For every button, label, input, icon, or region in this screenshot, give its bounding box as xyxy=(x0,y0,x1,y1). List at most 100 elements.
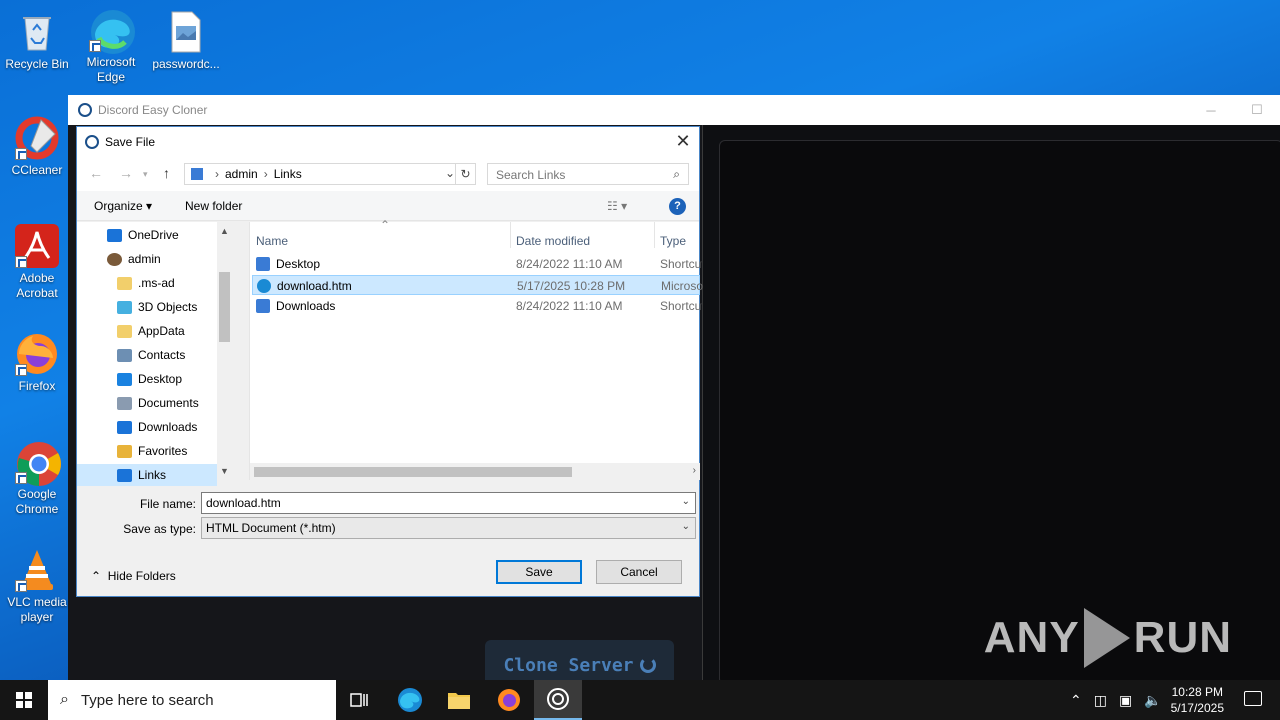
scroll-up-icon[interactable]: ▲ xyxy=(220,226,229,236)
tree-item-documents[interactable]: Documents xyxy=(77,392,217,414)
desktop-icon-edge[interactable]: Microsoft Edge xyxy=(75,8,147,85)
download-icon xyxy=(117,420,132,434)
tree-item-desktop[interactable]: Desktop xyxy=(77,368,217,390)
chrome-icon xyxy=(15,440,61,486)
volume-icon[interactable]: 🔈 xyxy=(1144,692,1161,709)
file-type: Shortcut xyxy=(660,299,702,313)
hide-folders-label: Hide Folders xyxy=(107,569,176,583)
tree-item-ms-ad[interactable]: .ms-ad xyxy=(77,272,217,294)
clock-time: 10:28 PM xyxy=(1171,685,1223,699)
desktop-icon-label: Firefox xyxy=(18,379,56,393)
meet-now-icon[interactable]: ◫ xyxy=(1094,692,1107,709)
tree-item-label: admin xyxy=(128,252,161,266)
tree-item-label: Desktop xyxy=(138,372,183,386)
network-icon[interactable]: ▣ xyxy=(1119,692,1132,709)
view-options-icon[interactable]: ☷ ▾ xyxy=(607,199,627,213)
chevron-down-icon[interactable]: ⌄ xyxy=(682,521,690,532)
tree-item-contacts[interactable]: Contacts xyxy=(77,344,217,366)
anyrun-watermark: ANY RUN xyxy=(984,608,1232,668)
forward-arrow-icon[interactable]: → xyxy=(119,165,133,181)
desktop-icon-adobe-acrobat[interactable]: Adobe Acrobat xyxy=(1,224,73,301)
column-header-type[interactable]: Type xyxy=(660,234,686,248)
organize-button[interactable]: Organize ▾ xyxy=(94,199,152,213)
column-header-date[interactable]: Date modified xyxy=(516,234,590,248)
desktop-icon-firefox[interactable]: Firefox xyxy=(1,332,73,394)
breadcrumb-links[interactable]: Links xyxy=(274,167,302,181)
recent-locations-icon[interactable]: ▾ xyxy=(143,169,148,180)
tree-item-admin[interactable]: admin xyxy=(77,248,217,270)
hide-folders-button[interactable]: ⌃ Hide Folders xyxy=(91,569,176,583)
taskbar-file-explorer-icon[interactable] xyxy=(435,680,483,720)
link-icon xyxy=(117,468,132,482)
tree-item-links[interactable]: Links xyxy=(77,464,217,486)
file-name: Downloads xyxy=(276,299,336,313)
desktop-icon-chrome[interactable]: Google Chrome xyxy=(1,440,73,517)
tree-item-label: Documents xyxy=(138,396,199,410)
scroll-right-icon[interactable]: › xyxy=(693,465,696,476)
scroll-thumb[interactable] xyxy=(254,467,572,477)
file-row[interactable]: download.htm 5/17/2025 10:28 PM Microsoft xyxy=(252,275,703,295)
task-view-icon[interactable] xyxy=(336,680,384,720)
column-divider[interactable] xyxy=(654,222,655,248)
up-arrow-icon[interactable]: ↑ xyxy=(163,165,170,181)
column-header-name[interactable]: Name xyxy=(256,234,288,248)
tree-item-label: Favorites xyxy=(138,444,188,458)
shortcut-icon xyxy=(256,299,270,313)
app-title: Discord Easy Cloner xyxy=(98,103,208,117)
acrobat-icon xyxy=(15,224,59,268)
chevron-up-icon[interactable]: ⌃ xyxy=(1070,692,1082,709)
cube-icon xyxy=(117,300,132,314)
file-name-field[interactable]: download.htm ⌄ xyxy=(201,492,696,514)
tree-item-label: Contacts xyxy=(138,348,186,362)
file-date: 8/24/2022 11:10 AM xyxy=(516,257,623,271)
file-list-hscrollbar[interactable]: › xyxy=(250,463,700,480)
file-row[interactable]: Downloads 8/24/2022 11:10 AM Shortcut xyxy=(252,296,702,316)
desktop-icon-recycle-bin[interactable]: Recycle Bin xyxy=(1,10,73,72)
scroll-down-icon[interactable]: ▼ xyxy=(220,466,229,476)
address-bar[interactable]: › admin › Links ⌄ ↻ xyxy=(184,163,476,185)
search-icon: ⌕ xyxy=(60,691,69,708)
maximize-icon[interactable]: ☐ xyxy=(1234,95,1280,125)
user-icon xyxy=(107,252,122,266)
taskbar-firefox-icon[interactable] xyxy=(485,680,533,720)
tree-scrollbar[interactable]: ▲ ▼ xyxy=(217,222,232,480)
cancel-button[interactable]: Cancel xyxy=(596,560,682,584)
back-arrow-icon[interactable]: ← xyxy=(89,165,103,181)
taskbar-clock[interactable]: 10:28 PM 5/17/2025 xyxy=(1171,684,1224,716)
refresh-icon[interactable]: ↻ xyxy=(455,164,475,184)
file-row[interactable]: Desktop 8/24/2022 11:10 AM Shortcut xyxy=(252,254,702,274)
windows-logo-icon xyxy=(16,692,32,708)
tree-item-favorites[interactable]: Favorites xyxy=(77,440,217,462)
desktop-icon-passwordc[interactable]: passwordc... xyxy=(150,10,222,72)
dialog-titlebar: Save File xyxy=(77,127,699,157)
desktop-icon-label: Google Chrome xyxy=(15,487,59,516)
tree-item-downloads[interactable]: Downloads xyxy=(77,416,217,438)
document-icon xyxy=(117,396,132,410)
chevron-down-icon[interactable]: ⌄ xyxy=(445,166,455,180)
taskbar-edge-icon[interactable] xyxy=(386,680,434,720)
taskbar: ⌕ Type here to search ⌃ ◫ ▣ 🔈 10:28 PM 5… xyxy=(0,680,1280,720)
save-as-type-select[interactable]: HTML Document (*.htm) ⌄ xyxy=(201,517,696,539)
scroll-thumb[interactable] xyxy=(219,272,230,342)
taskbar-search-box[interactable]: ⌕ Type here to search xyxy=(48,680,336,720)
desktop-icon-ccleaner[interactable]: CCleaner xyxy=(1,116,73,178)
recycle-bin-icon xyxy=(15,10,59,54)
tree-item-3d-objects[interactable]: 3D Objects xyxy=(77,296,217,318)
close-icon[interactable]: ✕ xyxy=(673,131,693,151)
new-folder-button[interactable]: New folder xyxy=(185,199,242,213)
dialog-app-icon xyxy=(85,135,99,149)
tree-item-appdata[interactable]: AppData xyxy=(77,320,217,342)
desktop-icon-vlc[interactable]: VLC media player xyxy=(1,548,73,625)
breadcrumb-admin[interactable]: admin xyxy=(225,167,258,181)
save-button[interactable]: Save xyxy=(496,560,582,584)
taskbar-discord-cloner-icon[interactable] xyxy=(534,680,582,720)
help-icon[interactable]: ? xyxy=(669,198,686,215)
minimize-icon[interactable]: ─ xyxy=(1188,95,1234,125)
start-button[interactable] xyxy=(0,680,48,720)
notification-icon[interactable] xyxy=(1244,691,1262,706)
tree-item-onedrive[interactable]: OneDrive xyxy=(77,224,217,246)
chevron-down-icon[interactable]: ⌄ xyxy=(682,496,690,507)
navigation-tree: OneDrive admin .ms-ad 3D Objects AppData Cont… xyxy=(77,222,232,486)
column-divider[interactable] xyxy=(510,222,511,248)
search-input[interactable]: Search Links ⌕ xyxy=(487,163,689,185)
